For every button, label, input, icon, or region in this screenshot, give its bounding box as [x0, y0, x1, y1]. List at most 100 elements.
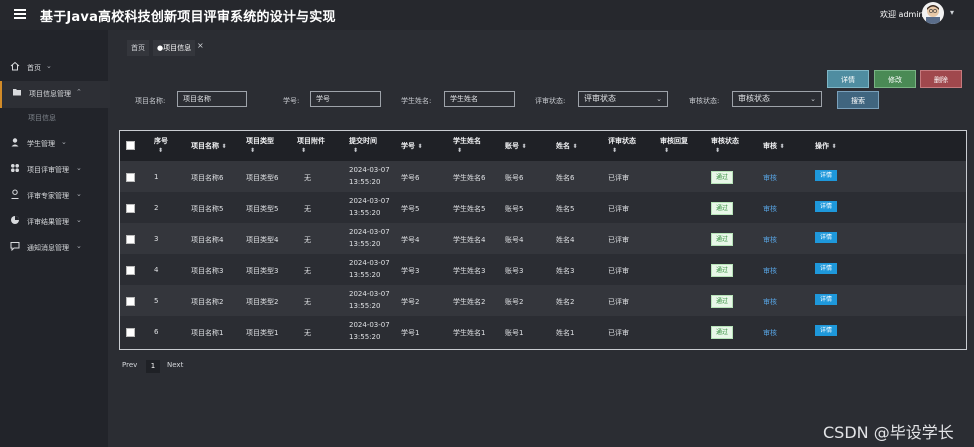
person-icon: [11, 189, 19, 199]
avatar[interactable]: [922, 2, 944, 24]
status-badge: 通过: [711, 233, 734, 246]
cell-submit-time: 13:55:20: [349, 333, 381, 341]
cell-review-status: 已评审: [608, 174, 629, 182]
audit-link[interactable]: 审核: [763, 266, 777, 276]
row-checkbox[interactable]: [126, 297, 135, 306]
table-row[interactable]: 2 项目名称5 项目类型5 无 2024-03-07 13:55:20 学号5 …: [120, 192, 966, 223]
tab-project-info[interactable]: ●项目信息: [153, 40, 196, 56]
cell-account: 账号2: [505, 298, 524, 306]
header-student-no[interactable]: 学号 ⬍: [401, 141, 422, 151]
table-row[interactable]: 4 项目名称3 项目类型3 无 2024-03-07 13:55:20 学号3 …: [120, 254, 966, 285]
cell-student-name: 学生姓名2: [453, 298, 486, 306]
row-detail-button[interactable]: 详情: [815, 232, 838, 243]
sidebar-item-project-review[interactable]: 项目评审管理 ⌄: [0, 157, 108, 181]
header-account[interactable]: 账号 ⬍: [505, 141, 526, 151]
sidebar-item-project-info[interactable]: 项目信息管理 ⌃: [0, 81, 110, 108]
header-project-type[interactable]: 项目类型 ⬍: [246, 136, 274, 154]
table-header: 序号 ⬍ 项目名称 ⬍ 项目类型 ⬍ 项目附件 ⬍ 提交时间 ⬍ 学号 ⬍ 学生姓名 ⬍ …: [120, 131, 966, 161]
edit-button[interactable]: 修改: [874, 70, 916, 88]
menu-icon[interactable]: [14, 7, 26, 21]
sidebar-item-students[interactable]: 学生管理 ⌄: [0, 131, 108, 155]
table-row[interactable]: 1 项目名称6 项目类型6 无 2024-03-07 13:55:20 学号6 …: [120, 161, 966, 192]
chevron-down-icon[interactable]: ▾: [950, 8, 954, 17]
cell-submit-date: 2024-03-07: [349, 228, 390, 236]
header-project-name[interactable]: 项目名称 ⬍: [191, 141, 226, 151]
cell-project-type: 项目类型2: [246, 298, 279, 306]
table-row[interactable]: 3 项目名称4 项目类型4 无 2024-03-07 13:55:20 学号4 …: [120, 223, 966, 254]
header-audit[interactable]: 审核 ⬍: [763, 141, 784, 151]
sidebar: 首页 ⌄ 项目信息管理 ⌃ 项目信息 学生管理 ⌄ 项目评审管理 ⌄ 评审专家管…: [0, 30, 110, 447]
audit-link[interactable]: 审核: [763, 328, 777, 338]
sidebar-item-label: 评审专家管理: [27, 192, 69, 200]
row-detail-button[interactable]: 详情: [815, 201, 838, 212]
cell-submit-time: 13:55:20: [349, 209, 381, 217]
audit-link[interactable]: 审核: [763, 204, 777, 214]
cell-student-name: 学生姓名5: [453, 205, 486, 213]
prev-page-button[interactable]: Prev: [122, 361, 137, 369]
table-row[interactable]: 5 项目名称2 项目类型2 无 2024-03-07 13:55:20 学号2 …: [120, 285, 966, 316]
audit-link[interactable]: 审核: [763, 235, 777, 245]
header-attachment[interactable]: 项目附件 ⬍: [297, 136, 325, 154]
row-detail-button[interactable]: 详情: [815, 294, 838, 305]
chevron-down-icon: ⌄: [810, 95, 816, 103]
header-index[interactable]: 序号 ⬍: [154, 136, 168, 154]
cell-index: 3: [154, 235, 159, 243]
header-audit-reply[interactable]: 审核回复 ⬍: [660, 136, 688, 154]
cell-student-no: 学号5: [401, 205, 420, 213]
chevron-down-icon: ⌄: [656, 95, 662, 103]
header-review-status[interactable]: 评审状态 ⬍: [608, 136, 636, 154]
close-icon[interactable]: ×: [197, 41, 204, 50]
cell-index: 6: [154, 328, 159, 336]
row-checkbox[interactable]: [126, 204, 135, 213]
header-operation[interactable]: 操作 ⬍: [815, 141, 836, 151]
header-person-name[interactable]: 姓名 ⬍: [556, 141, 577, 151]
cell-project-name: 项目名称3: [191, 267, 224, 275]
cell-review-status: 已评审: [608, 329, 629, 337]
sidebar-item-experts[interactable]: 评审专家管理 ⌄: [0, 183, 108, 207]
student-no-input[interactable]: 学号: [310, 91, 381, 107]
audit-link[interactable]: 审核: [763, 173, 777, 183]
sidebar-subitem-project-info[interactable]: 项目信息: [28, 113, 56, 123]
sidebar-item-home[interactable]: 首页 ⌄: [0, 55, 108, 79]
sidebar-item-label: 首页: [27, 64, 41, 72]
row-detail-button[interactable]: 详情: [815, 263, 838, 274]
table-row[interactable]: 6 项目名称1 项目类型1 无 2024-03-07 13:55:20 学号1 …: [120, 316, 966, 347]
student-name-label: 学生姓名:: [401, 97, 432, 105]
cell-account: 账号1: [505, 329, 524, 337]
welcome-text: 欢迎 admin: [880, 10, 924, 19]
tab-home[interactable]: 首页: [127, 40, 149, 56]
row-checkbox[interactable]: [126, 235, 135, 244]
sidebar-item-label: 项目信息管理: [29, 90, 71, 98]
delete-button[interactable]: 删除: [920, 70, 962, 88]
cell-attachment: 无: [304, 298, 311, 306]
row-checkbox[interactable]: [126, 173, 135, 182]
review-status-select[interactable]: 评审状态 ⌄: [578, 91, 668, 107]
header-submit-time[interactable]: 提交时间 ⬍: [349, 136, 377, 154]
sidebar-item-label: 评审结果管理: [27, 218, 69, 226]
chevron-down-icon: ⌄: [76, 242, 82, 250]
cell-person-name: 姓名4: [556, 236, 575, 244]
cell-submit-date: 2024-03-07: [349, 290, 390, 298]
project-name-input[interactable]: 项目名称: [177, 91, 247, 107]
cell-project-type: 项目类型4: [246, 236, 279, 244]
row-checkbox[interactable]: [126, 328, 135, 337]
sidebar-item-label: 通知消息管理: [27, 244, 69, 252]
detail-button[interactable]: 详情: [827, 70, 869, 88]
audit-status-select[interactable]: 审核状态 ⌄: [732, 91, 822, 107]
cell-index: 5: [154, 297, 159, 305]
row-checkbox[interactable]: [126, 266, 135, 275]
sidebar-item-results[interactable]: 评审结果管理 ⌄: [0, 209, 108, 233]
home-icon: [10, 61, 20, 71]
row-detail-button[interactable]: 详情: [815, 170, 838, 181]
next-page-button[interactable]: Next: [167, 361, 183, 369]
header-student-name[interactable]: 学生姓名 ⬍: [453, 136, 481, 154]
audit-link[interactable]: 审核: [763, 297, 777, 307]
page-number-button[interactable]: 1: [146, 360, 160, 373]
cell-index: 4: [154, 266, 159, 274]
sidebar-item-messages[interactable]: 通知消息管理 ⌄: [0, 235, 108, 259]
row-detail-button[interactable]: 详情: [815, 325, 838, 336]
search-button[interactable]: 搜索: [837, 91, 879, 109]
header-audit-status[interactable]: 审核状态 ⬍: [711, 136, 739, 154]
select-all-checkbox[interactable]: [126, 141, 135, 150]
student-name-input[interactable]: 学生姓名: [444, 91, 515, 107]
